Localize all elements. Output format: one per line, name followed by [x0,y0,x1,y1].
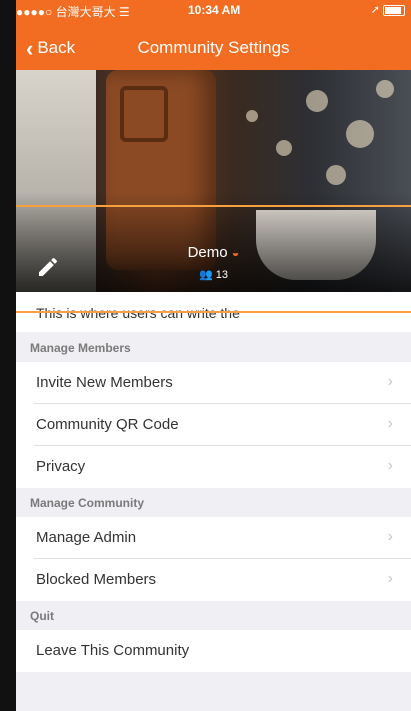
bokeh-light [246,110,258,122]
top-bar: ●●●●○ 台灣大哥大 ☰ 10:34 AM ➚ ‹ Back Communit… [16,0,411,70]
chevron-right-icon: › [387,457,393,474]
chevron-right-icon: › [387,528,393,545]
status-right: ➚ [371,3,405,16]
bokeh-light [276,140,292,156]
community-cover-photo: Demo ◒ 👥 13 [16,70,411,292]
community-logo-icon: ◒ [231,245,240,260]
screen: ●●●●○ 台灣大哥大 ☰ 10:34 AM ➚ ‹ Back Communit… [16,0,411,711]
carrier-label: ●●●●○ 台灣大哥大 ☰ [16,5,130,19]
bokeh-light [376,80,394,98]
community-name: Demo ◒ [187,244,240,261]
privacy-row[interactable]: Privacy › [16,446,411,488]
location-icon: ➚ [370,4,380,16]
section-header-quit: Quit [16,602,411,630]
section-header-manage-community: Manage Community [16,489,411,517]
wifi-icon: ☰ [118,5,130,19]
bokeh-light [306,90,328,112]
blocked-members-row[interactable]: Blocked Members › [16,559,411,601]
section-header-manage-members: Manage Members [16,334,411,362]
clock: 10:34 AM [188,3,241,17]
member-count: 👥 13 [198,269,228,281]
chevron-right-icon: › [387,570,393,587]
device-bezel [0,0,16,711]
navigation-bar: ‹ Back Community Settings [16,30,411,66]
invite-new-members-row[interactable]: Invite New Members › [16,362,411,404]
bokeh-light [346,120,374,148]
manage-admin-row[interactable]: Manage Admin › [16,517,411,559]
members-icon: 👥 [198,269,213,281]
cover-bag-strap [120,86,168,142]
community-qr-code-row[interactable]: Community QR Code › [16,404,411,446]
chevron-right-icon: › [387,415,393,432]
leave-community-row[interactable]: Leave This Community [16,630,411,672]
page-title: Community Settings [137,38,290,57]
bokeh-light [326,165,346,185]
chevron-right-icon: › [387,373,393,390]
battery-icon [383,4,405,16]
status-bar: ●●●●○ 台灣大哥大 ☰ 10:34 AM ➚ [16,0,411,20]
community-description[interactable]: This is where users can write the [16,292,411,332]
